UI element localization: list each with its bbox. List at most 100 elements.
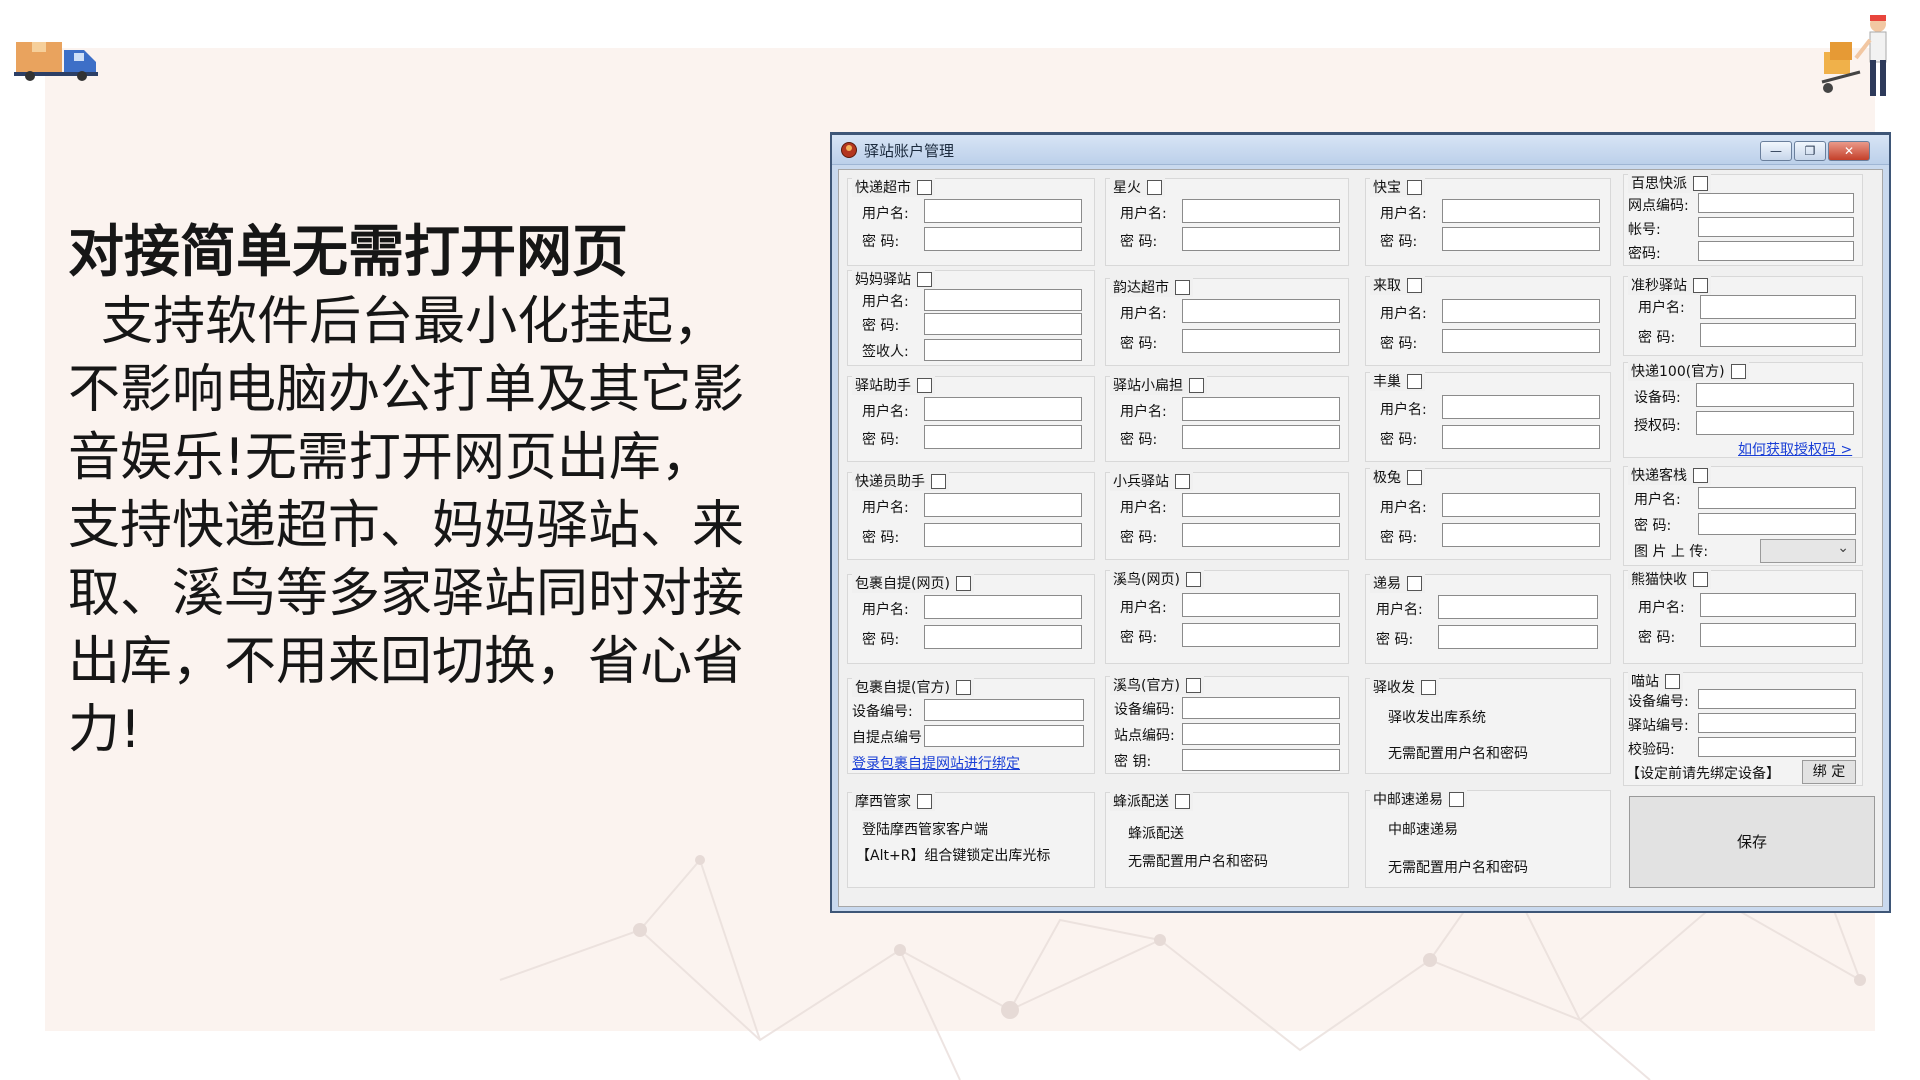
enable-checkbox[interactable] xyxy=(1407,469,1422,485)
bind-button[interactable]: 绑 定 xyxy=(1802,760,1856,784)
username-label: 用户名: xyxy=(862,294,909,310)
group-title: 小兵驿站 xyxy=(1110,471,1193,491)
password-input[interactable] xyxy=(924,425,1082,449)
device-id-input[interactable] xyxy=(1698,689,1856,709)
username-input[interactable] xyxy=(1442,395,1600,419)
station-id-input[interactable] xyxy=(1698,713,1856,733)
enable-checkbox[interactable] xyxy=(1421,679,1436,695)
maximize-button[interactable]: ❐ xyxy=(1794,141,1826,161)
signer-input[interactable] xyxy=(924,339,1082,361)
close-button[interactable]: ✕ xyxy=(1828,141,1870,161)
password-input[interactable] xyxy=(1442,227,1600,251)
username-input[interactable] xyxy=(1700,593,1856,617)
enable-checkbox[interactable] xyxy=(1449,791,1464,807)
group-zm: 准秒驿站 用户名: 密 码: xyxy=(1623,275,1863,356)
enable-checkbox[interactable] xyxy=(1175,279,1190,295)
password-input[interactable] xyxy=(1438,625,1598,649)
enable-checkbox[interactable] xyxy=(1407,575,1422,591)
window-titlebar[interactable]: 驿站账户管理 — ❐ ✕ xyxy=(832,135,1889,165)
password-input[interactable] xyxy=(1182,329,1340,353)
site-code-input[interactable] xyxy=(1698,193,1854,213)
username-input[interactable] xyxy=(1182,493,1340,517)
group-label: 快递客栈 xyxy=(1631,468,1687,484)
device-code-input[interactable] xyxy=(1696,383,1854,407)
enable-checkbox[interactable] xyxy=(955,679,971,695)
site-code-input[interactable] xyxy=(1182,723,1340,745)
enable-checkbox[interactable] xyxy=(1407,373,1422,389)
enable-checkbox[interactable] xyxy=(1175,793,1190,809)
enable-checkbox[interactable] xyxy=(1147,179,1162,195)
password-input[interactable] xyxy=(924,227,1082,251)
password-label: 密 码: xyxy=(1120,630,1158,646)
window-client-area: 快递超市 用户名: 密 码: 妈妈驿站 用户名: 密 码: 签收人: 驿站助手 … xyxy=(838,169,1883,907)
username-label: 用户名: xyxy=(1120,500,1167,516)
enable-checkbox[interactable] xyxy=(1693,467,1708,483)
password-input[interactable] xyxy=(924,523,1082,547)
password-input[interactable] xyxy=(1698,513,1856,535)
group-title: 准秒驿站 xyxy=(1628,275,1711,295)
password-input[interactable] xyxy=(1442,523,1600,547)
enable-checkbox[interactable] xyxy=(1693,277,1708,293)
username-input[interactable] xyxy=(924,199,1082,223)
group-fc: 丰巢 用户名: 密 码: xyxy=(1365,371,1611,462)
username-input[interactable] xyxy=(924,493,1082,517)
username-input[interactable] xyxy=(1182,199,1340,223)
password-input[interactable] xyxy=(1700,323,1856,347)
enable-checkbox[interactable] xyxy=(1185,571,1201,587)
username-input[interactable] xyxy=(924,289,1082,311)
image-upload-select[interactable] xyxy=(1760,539,1856,563)
username-input[interactable] xyxy=(1438,595,1598,619)
enable-checkbox[interactable] xyxy=(1730,363,1746,379)
username-input[interactable] xyxy=(924,595,1082,619)
enable-checkbox[interactable] xyxy=(1665,673,1680,689)
minimize-button[interactable]: — xyxy=(1760,141,1792,161)
username-input[interactable] xyxy=(1182,397,1340,421)
enable-checkbox[interactable] xyxy=(1175,473,1190,489)
enable-checkbox[interactable] xyxy=(1407,179,1422,195)
enable-checkbox[interactable] xyxy=(917,377,932,393)
get-auth-code-link[interactable]: 如何获取授权码 > xyxy=(1738,439,1852,459)
enable-checkbox[interactable] xyxy=(917,271,932,287)
enable-checkbox[interactable] xyxy=(1693,571,1708,587)
group-label: 快递100(官方) xyxy=(1631,364,1725,380)
username-input[interactable] xyxy=(1442,299,1600,323)
username-input[interactable] xyxy=(1182,593,1340,617)
account-input[interactable] xyxy=(1698,217,1854,237)
bind-website-link[interactable]: 登录包裹自提网站进行绑定 xyxy=(852,753,1020,773)
password-input[interactable] xyxy=(1442,425,1600,449)
password-input[interactable] xyxy=(1698,241,1854,261)
enable-checkbox[interactable] xyxy=(931,473,946,489)
pickup-point-input[interactable] xyxy=(924,725,1084,747)
password-input[interactable] xyxy=(1182,623,1340,647)
password-input[interactable] xyxy=(1182,425,1340,449)
enable-checkbox[interactable] xyxy=(917,179,932,195)
enable-checkbox[interactable] xyxy=(1407,277,1422,293)
enable-checkbox[interactable] xyxy=(1189,377,1204,393)
group-title: 极兔 xyxy=(1370,467,1425,487)
username-label: 用户名: xyxy=(1638,600,1685,616)
device-code-input[interactable] xyxy=(1182,697,1340,719)
username-input[interactable] xyxy=(1442,493,1600,517)
enable-checkbox[interactable] xyxy=(955,575,971,591)
enable-checkbox[interactable] xyxy=(1693,175,1708,191)
verify-code-input[interactable] xyxy=(1698,737,1856,757)
secret-key-input[interactable] xyxy=(1182,749,1340,771)
group-label: 准秒驿站 xyxy=(1631,278,1687,294)
username-input[interactable] xyxy=(1700,295,1856,319)
password-input[interactable] xyxy=(1182,227,1340,251)
password-input[interactable] xyxy=(1182,523,1340,547)
password-input[interactable] xyxy=(924,625,1082,649)
enable-checkbox[interactable] xyxy=(1185,677,1201,693)
enable-checkbox[interactable] xyxy=(917,793,932,809)
save-button[interactable]: 保存 xyxy=(1629,796,1875,888)
info-text: 【Alt+R】组合键锁定出库光标 xyxy=(856,848,1051,864)
password-input[interactable] xyxy=(1700,623,1856,647)
username-input[interactable] xyxy=(1698,487,1856,509)
auth-code-input[interactable] xyxy=(1696,411,1854,435)
username-input[interactable] xyxy=(924,397,1082,421)
password-input[interactable] xyxy=(924,313,1082,335)
password-input[interactable] xyxy=(1442,329,1600,353)
username-input[interactable] xyxy=(1442,199,1600,223)
device-id-input[interactable] xyxy=(924,699,1084,721)
username-input[interactable] xyxy=(1182,299,1340,323)
